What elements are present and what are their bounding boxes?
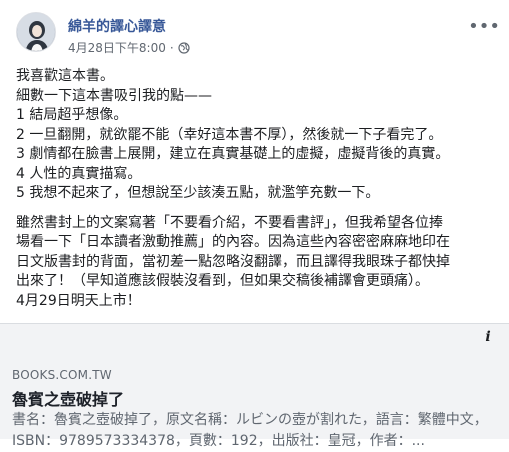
post-paragraph-line: 出來了！（早知道應該假裝沒看到，但如果交稿後補譯會更頭痛）。	[16, 273, 429, 289]
post-paragraph-line: 日文版書封的背面，當初差一點忽略沒翻譯，而且譯得我眼珠子都快掉	[16, 253, 450, 270]
post-timestamp[interactable]: 4月28日下午8:00	[68, 39, 166, 56]
post-paragraph-line: 4月29日明天上市！	[16, 292, 141, 309]
post-meta: 4月28日下午8:00 ·	[68, 39, 190, 56]
post-line: 5 我想不起來了，但想說至少該湊五點，就濫竽充數一下。	[16, 185, 380, 201]
post-paragraph-line: 雖然書封上的文案寫著「不要看介紹，不要看書評」，但我希望各位捧	[16, 214, 443, 231]
post-line: 1 結局超乎想像。	[16, 107, 128, 123]
page-name-link[interactable]: 綿羊的譯心譯意	[68, 16, 166, 36]
post-line: 3 劇情都在臉書上展開，建立在真實基礎上的虛擬，虛擬背後的真實。	[16, 146, 450, 162]
post-line: 細數一下這本書吸引我的點——	[16, 87, 212, 104]
card-title[interactable]: 魯賓之壺破掉了	[12, 386, 124, 410]
post-line: 我喜歡這本書。	[16, 68, 114, 84]
more-icon: •••	[468, 15, 500, 37]
post-paragraph-line: 場看一下「日本讀者激動推薦」的內容。因為這些內容密密麻麻地印在	[16, 234, 450, 250]
info-icon: i	[485, 329, 491, 345]
post-line: 2 一旦翻開，就欲罷不能（幸好這本書不厚），然後就一下子看完了。	[16, 126, 443, 143]
globe-icon	[178, 41, 190, 54]
page-avatar[interactable]	[16, 12, 56, 52]
link-preview-card[interactable]: i BOOKS.COM.TW 魯賓之壺破掉了 書名：魯賓之壺破掉了，原文名稱：ル…	[0, 323, 509, 449]
more-options-button[interactable]: •••	[468, 14, 500, 38]
card-domain: BOOKS.COM.TW	[12, 368, 112, 382]
meta-separator: ·	[169, 40, 174, 55]
post-text: 我喜歡這本書。 細數一下這本書吸引我的點—— 1 結局超乎想像。 2 一旦翻開，…	[16, 67, 494, 311]
info-button[interactable]: i	[477, 326, 499, 348]
card-description: 書名：魯賓之壺破掉了，原文名稱：ルビンの壺が割れた，語言：繁體中文，ISBN：9…	[12, 412, 488, 449]
post-header: 綿羊的譯心譯意 4月28日下午8:00 · •••	[16, 12, 500, 60]
post-line: 4 人性的真實描寫。	[16, 165, 142, 182]
